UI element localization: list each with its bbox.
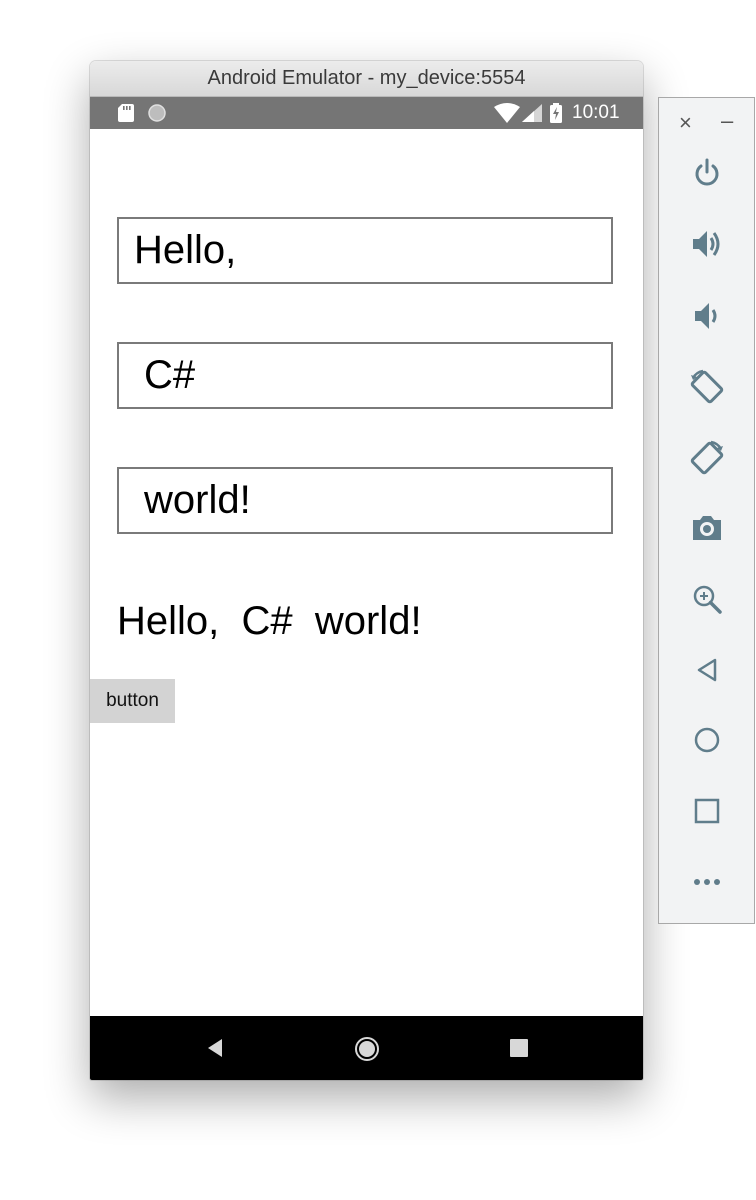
back-icon[interactable]: [204, 1036, 224, 1065]
rotate-left-icon[interactable]: [689, 368, 725, 404]
app-screen: Hello, C# world! Hello, C# world! button: [90, 129, 643, 1016]
entry-field-1[interactable]: Hello,: [117, 217, 613, 284]
action-button[interactable]: button: [90, 679, 175, 723]
sd-card-icon: [118, 104, 134, 127]
recents-icon[interactable]: [508, 1036, 530, 1065]
wifi-icon: [494, 103, 520, 128]
back-icon[interactable]: [689, 652, 725, 688]
emulator-side-toolbar: × –: [658, 97, 755, 924]
entry-field-2[interactable]: C#: [117, 342, 613, 409]
window-title: Android Emulator - my_device:5554: [207, 67, 526, 89]
camera-icon[interactable]: [689, 510, 725, 546]
window-title-bar[interactable]: Android Emulator - my_device:5554: [90, 61, 643, 97]
minimize-icon[interactable]: –: [721, 108, 733, 134]
result-label: Hello, C# world!: [117, 599, 422, 643]
zoom-icon[interactable]: [689, 581, 725, 617]
overview-icon[interactable]: [689, 793, 725, 829]
signal-icon: [522, 104, 542, 127]
emulator-window: Android Emulator - my_device:5554 10:01 …: [90, 61, 643, 1080]
entry-field-3[interactable]: world!: [117, 467, 613, 534]
close-icon[interactable]: ×: [679, 110, 692, 136]
more-icon[interactable]: [689, 864, 725, 900]
rotate-right-icon[interactable]: [689, 439, 725, 475]
battery-charging-icon: [550, 103, 562, 128]
home-icon[interactable]: [354, 1036, 380, 1067]
volume-up-icon[interactable]: [689, 226, 725, 262]
android-status-bar: 10:01: [90, 97, 643, 129]
home-icon[interactable]: [689, 722, 725, 758]
power-icon[interactable]: [689, 155, 725, 191]
volume-down-icon[interactable]: [689, 298, 725, 334]
status-clock: 10:01: [572, 102, 620, 123]
circle-icon: [148, 104, 166, 127]
android-nav-bar: [90, 1016, 643, 1080]
